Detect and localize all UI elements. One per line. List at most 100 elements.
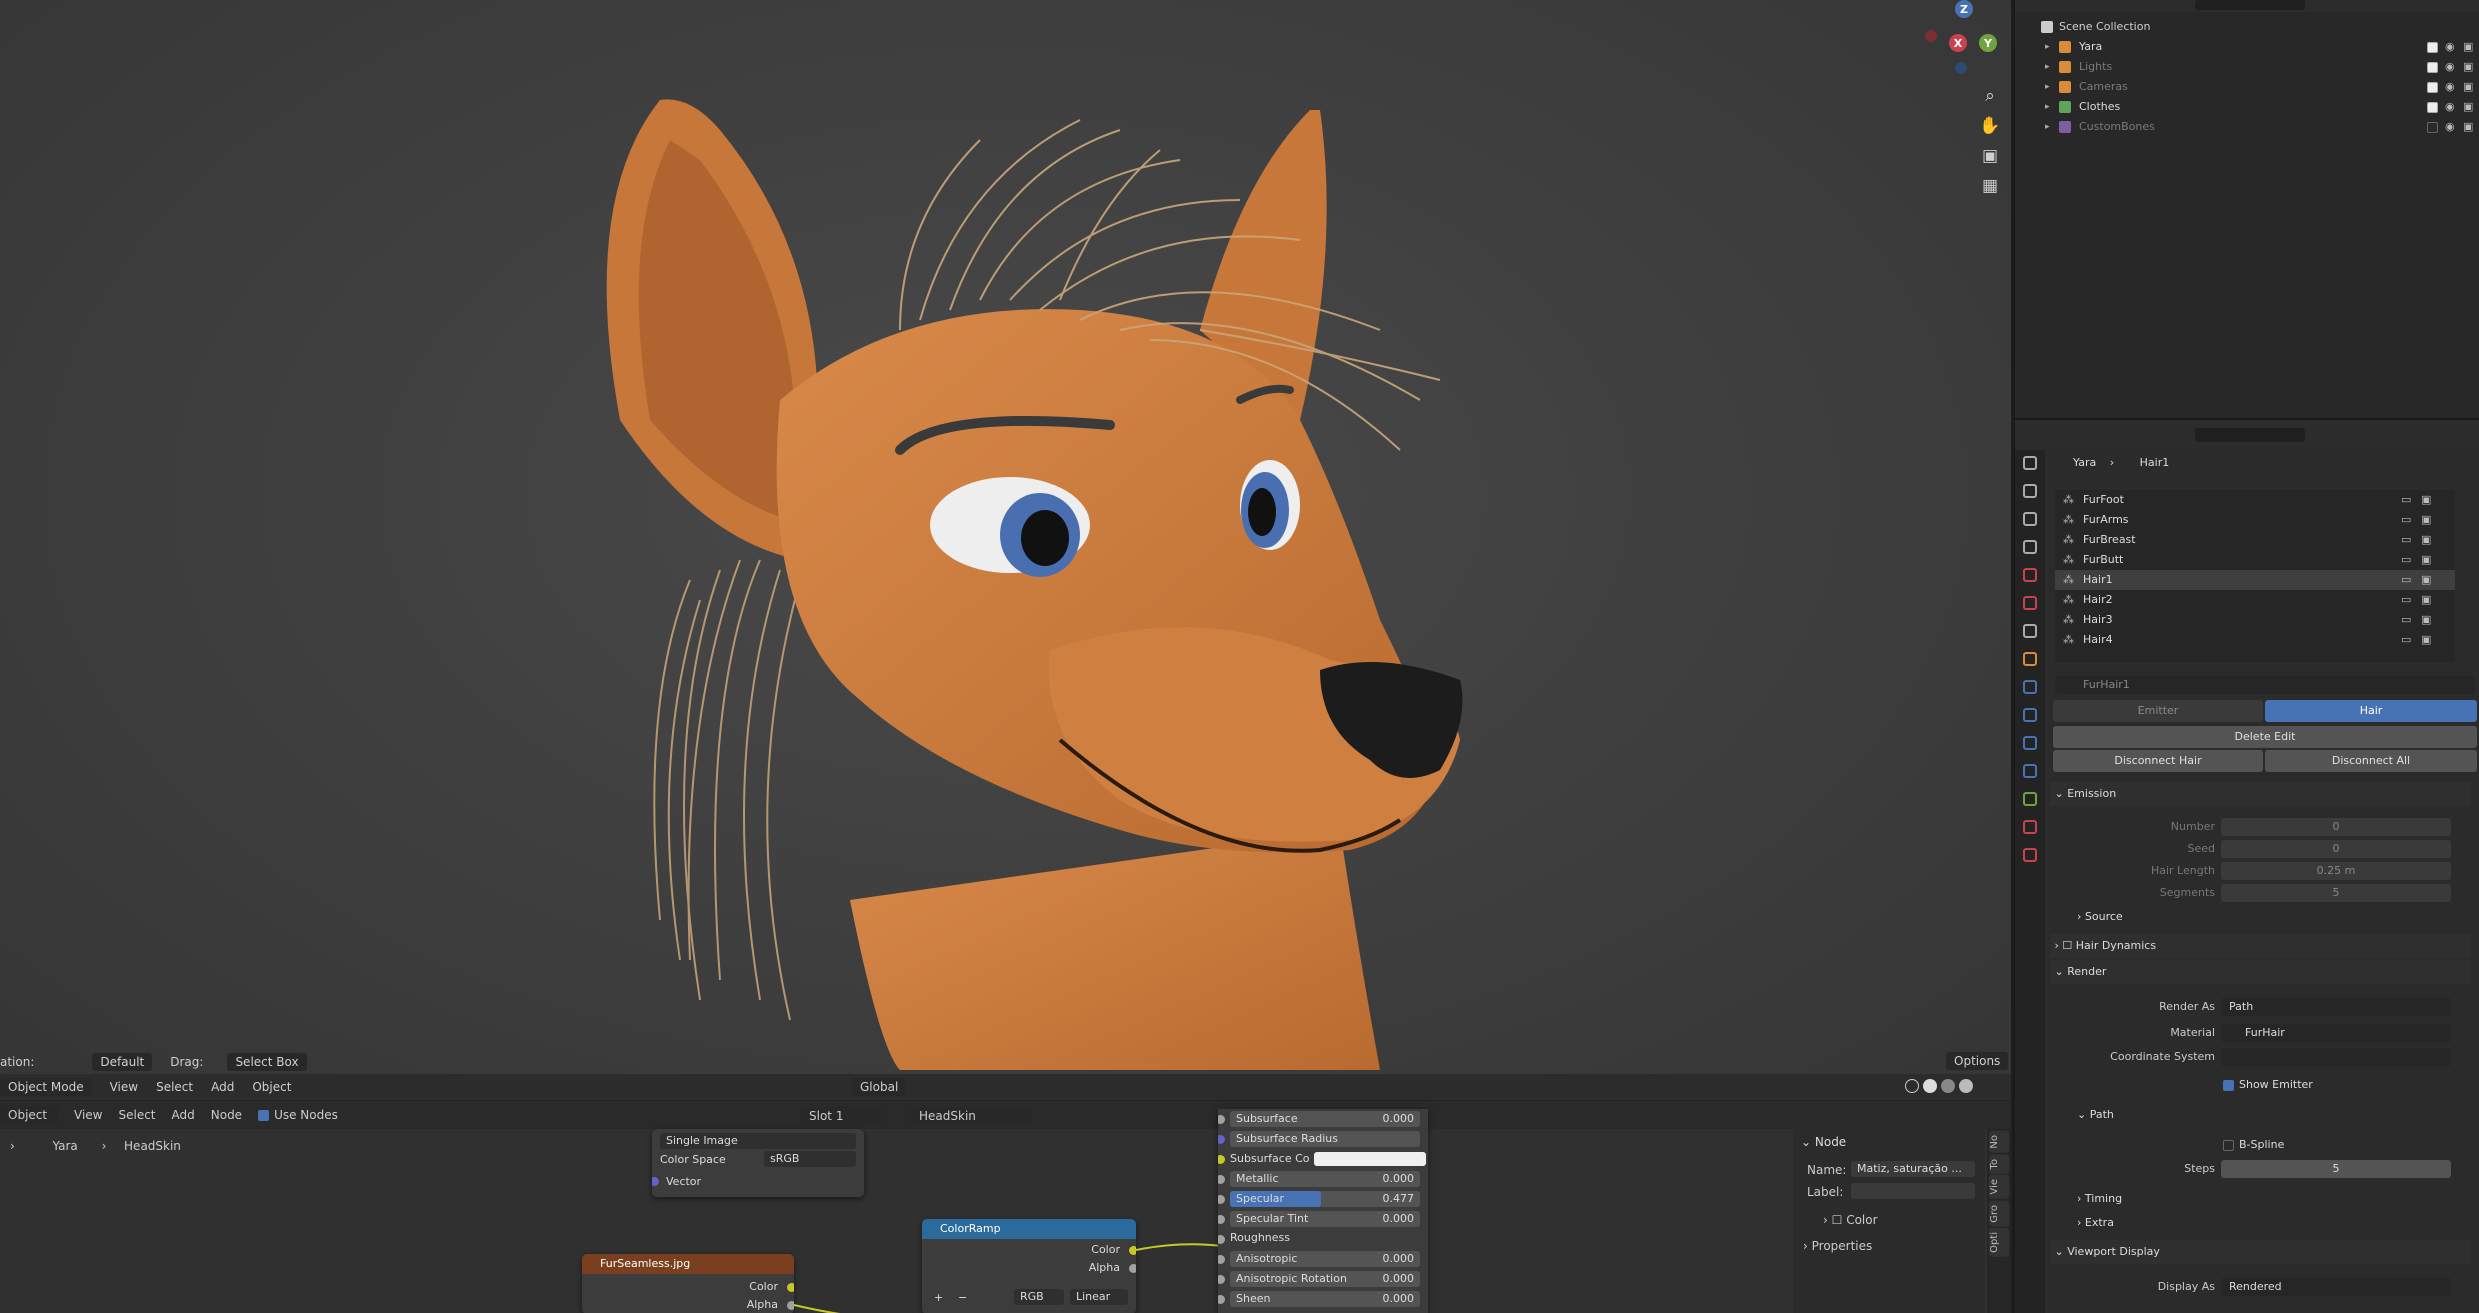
principled-bsdf-node[interactable]: Subsurface 0.000 Subsurface Radius Subsurfa… xyxy=(1218,1109,1428,1313)
render-toggle-icon[interactable]: ▣ xyxy=(2421,510,2431,530)
axis-z[interactable]: Z xyxy=(1955,0,1973,18)
render-toggle-icon[interactable]: ▣ xyxy=(2421,490,2431,510)
viewport-toggle-icon[interactable]: ▭ xyxy=(2401,490,2411,510)
texture-tab-icon[interactable] xyxy=(2023,848,2037,862)
outliner-item[interactable]: ▸ Clothes ◉ ▣ xyxy=(2015,97,2479,117)
3d-viewport[interactable]: Z Y X ⌕ ✋ ▣ ▦ ation: Default Drag: Selec… xyxy=(0,0,2011,1100)
breadcrumb-particle-system[interactable]: Hair1 xyxy=(2140,456,2170,469)
constraints-tab-icon[interactable] xyxy=(2023,764,2037,778)
zoom-icon[interactable]: ⌕ xyxy=(1976,82,2004,110)
properties-editor[interactable]: Yara › Hair1 ⁂ FurFoot ▭ ▣ ⁂ FurArms ▭ ▣ ⁂ FurBre… xyxy=(2013,418,2479,1313)
subsurface-color-swatch[interactable] xyxy=(1314,1152,1426,1166)
transform-orientation-dropdown[interactable]: Global xyxy=(852,1078,907,1096)
modifier-tab-icon[interactable] xyxy=(2023,680,2037,694)
data-tab-icon[interactable] xyxy=(2023,792,2037,806)
bsdf-input-socket[interactable] xyxy=(1218,1235,1225,1244)
sidebar-tab[interactable]: No xyxy=(1989,1131,2009,1153)
outliner-item[interactable]: ▸ CustomBones ◉ ▣ xyxy=(2015,117,2479,137)
steps-field[interactable]: 5 xyxy=(2221,1160,2451,1178)
outliner[interactable]: Scene Collection ▸ Yara ◉ ▣ ▸ Lights ◉ ▣ ▸ Camera… xyxy=(2013,0,2479,418)
disconnect-hair-button[interactable]: Disconnect Hair xyxy=(2053,750,2263,772)
bsdf-field[interactable]: Anisotropic 0.000 xyxy=(1230,1251,1420,1267)
emission-panel-header[interactable]: ⌄ Emission xyxy=(2051,782,2471,806)
particle-system-item[interactable]: ⁂ Hair4 ▭ ▣ xyxy=(2055,630,2455,650)
viewport-toggle-icon[interactable]: ▭ xyxy=(2401,570,2411,590)
view-layer-tab-icon[interactable] xyxy=(2023,540,2037,554)
bsdf-input-socket[interactable] xyxy=(1218,1135,1225,1144)
tab-hair[interactable]: Hair xyxy=(2265,700,2477,722)
breadcrumb-object[interactable]: Yara xyxy=(2073,456,2096,469)
camera-icon[interactable]: ▣ xyxy=(1976,142,2004,170)
emission-field-value[interactable]: 0 xyxy=(2221,840,2451,858)
sidebar-tab[interactable]: Gro xyxy=(1989,1200,2009,1227)
eye-icon[interactable]: ◉ xyxy=(2445,117,2455,137)
properties-search-input[interactable] xyxy=(2195,428,2305,442)
viewport-toggle-icon[interactable]: ▭ xyxy=(2401,530,2411,550)
menu-add[interactable]: Add xyxy=(211,1080,234,1094)
particle-system-item[interactable]: ⁂ FurButt ▭ ▣ xyxy=(2055,550,2455,570)
expand-icon[interactable]: ▸ xyxy=(2045,57,2050,77)
shader-node-editor[interactable]: Object View Select Add Node Use Nodes Sl… xyxy=(0,1100,2011,1313)
exclude-checkbox[interactable] xyxy=(2427,122,2438,133)
drag-dropdown[interactable]: Select Box xyxy=(227,1053,307,1071)
grid-icon[interactable]: ▦ xyxy=(1976,172,2004,200)
bsdf-field[interactable]: Anisotropic Rotation 0.000 xyxy=(1230,1271,1420,1287)
bsdf-field[interactable]: Subsurface Radius xyxy=(1230,1131,1420,1147)
bsdf-input-socket[interactable] xyxy=(1218,1195,1225,1204)
eye-icon[interactable]: ◉ xyxy=(2445,97,2455,117)
render-panel-header[interactable]: ⌄ Render xyxy=(2051,960,2471,984)
sidebar-tab[interactable]: Opti xyxy=(1989,1228,2009,1258)
display-as-dropdown[interactable]: Rendered xyxy=(2221,1278,2451,1296)
bsdf-field[interactable]: Subsurface Co xyxy=(1230,1151,1426,1167)
scene-collection-row[interactable]: Scene Collection xyxy=(2015,17,2479,37)
render-toggle-icon[interactable]: ▣ xyxy=(2421,550,2431,570)
viewport-toggle-icon[interactable]: ▭ xyxy=(2401,630,2411,650)
navigation-gizmo[interactable]: Z Y X xyxy=(1915,0,1997,80)
hair-dynamics-panel-header[interactable]: › ☐ Hair Dynamics xyxy=(2051,934,2471,958)
emission-field-value[interactable]: 0.25 m xyxy=(2221,862,2451,880)
sidebar-tab[interactable]: To xyxy=(1989,1154,2009,1174)
bsdf-input-socket[interactable] xyxy=(1218,1295,1225,1304)
camera-icon[interactable]: ▣ xyxy=(2463,57,2473,77)
bsdf-field[interactable]: Specular Tint 0.000 xyxy=(1230,1211,1420,1227)
path-subpanel[interactable]: ⌄ Path xyxy=(2077,1108,2114,1121)
bspline-checkbox[interactable] xyxy=(2223,1140,2234,1151)
shading-icons[interactable] xyxy=(1905,1079,1973,1093)
outliner-search-input[interactable] xyxy=(2195,0,2305,10)
bsdf-input-socket[interactable] xyxy=(1218,1255,1225,1264)
node-section-header[interactable]: ⌄ Node xyxy=(1801,1135,1846,1149)
expand-icon[interactable]: ▸ xyxy=(2045,77,2050,97)
orientation-dropdown[interactable]: Default xyxy=(92,1053,153,1071)
exclude-checkbox[interactable] xyxy=(2427,102,2438,113)
expand-icon[interactable]: ▸ xyxy=(2045,97,2050,117)
emission-field-value[interactable]: 0 xyxy=(2221,818,2451,836)
object-tab-icon[interactable] xyxy=(2023,652,2037,666)
render-toggle-icon[interactable]: ▣ xyxy=(2421,630,2431,650)
bsdf-field[interactable]: Metallic 0.000 xyxy=(1230,1171,1420,1187)
sidebar-tab[interactable]: Vie xyxy=(1989,1175,2009,1199)
axis-neg-z[interactable] xyxy=(1955,62,1967,74)
scene-tab-icon[interactable] xyxy=(2023,568,2037,582)
extra-subpanel[interactable]: › Extra xyxy=(2077,1216,2114,1229)
delete-edit-button[interactable]: Delete Edit xyxy=(2053,726,2477,748)
menu-object[interactable]: Object xyxy=(252,1080,291,1094)
camera-icon[interactable]: ▣ xyxy=(2463,77,2473,97)
bsdf-input-socket[interactable] xyxy=(1218,1215,1225,1224)
particle-settings-field[interactable]: FurHair1 xyxy=(2055,676,2475,694)
particles-tab-icon[interactable] xyxy=(2023,708,2037,722)
particle-system-item[interactable]: ⁂ FurArms ▭ ▣ xyxy=(2055,510,2455,530)
world-tab-icon[interactable] xyxy=(2023,596,2037,610)
render-as-dropdown[interactable]: Path xyxy=(2221,998,2451,1016)
properties-subpanel[interactable]: › Properties xyxy=(1803,1239,1872,1253)
mode-dropdown[interactable]: Object Mode xyxy=(0,1078,92,1096)
bsdf-field[interactable]: Specular 0.477 xyxy=(1230,1191,1420,1207)
render-toggle-icon[interactable]: ▣ xyxy=(2421,570,2431,590)
camera-icon[interactable]: ▣ xyxy=(2463,37,2473,57)
camera-icon[interactable]: ▣ xyxy=(2463,97,2473,117)
menu-select[interactable]: Select xyxy=(156,1080,193,1094)
viewport-toggle-icon[interactable]: ▭ xyxy=(2401,550,2411,570)
render-toggle-icon[interactable]: ▣ xyxy=(2421,590,2431,610)
bsdf-input-socket[interactable] xyxy=(1218,1115,1225,1124)
coordinate-system-field[interactable] xyxy=(2221,1048,2451,1066)
axis-neg-x[interactable] xyxy=(1925,30,1937,42)
